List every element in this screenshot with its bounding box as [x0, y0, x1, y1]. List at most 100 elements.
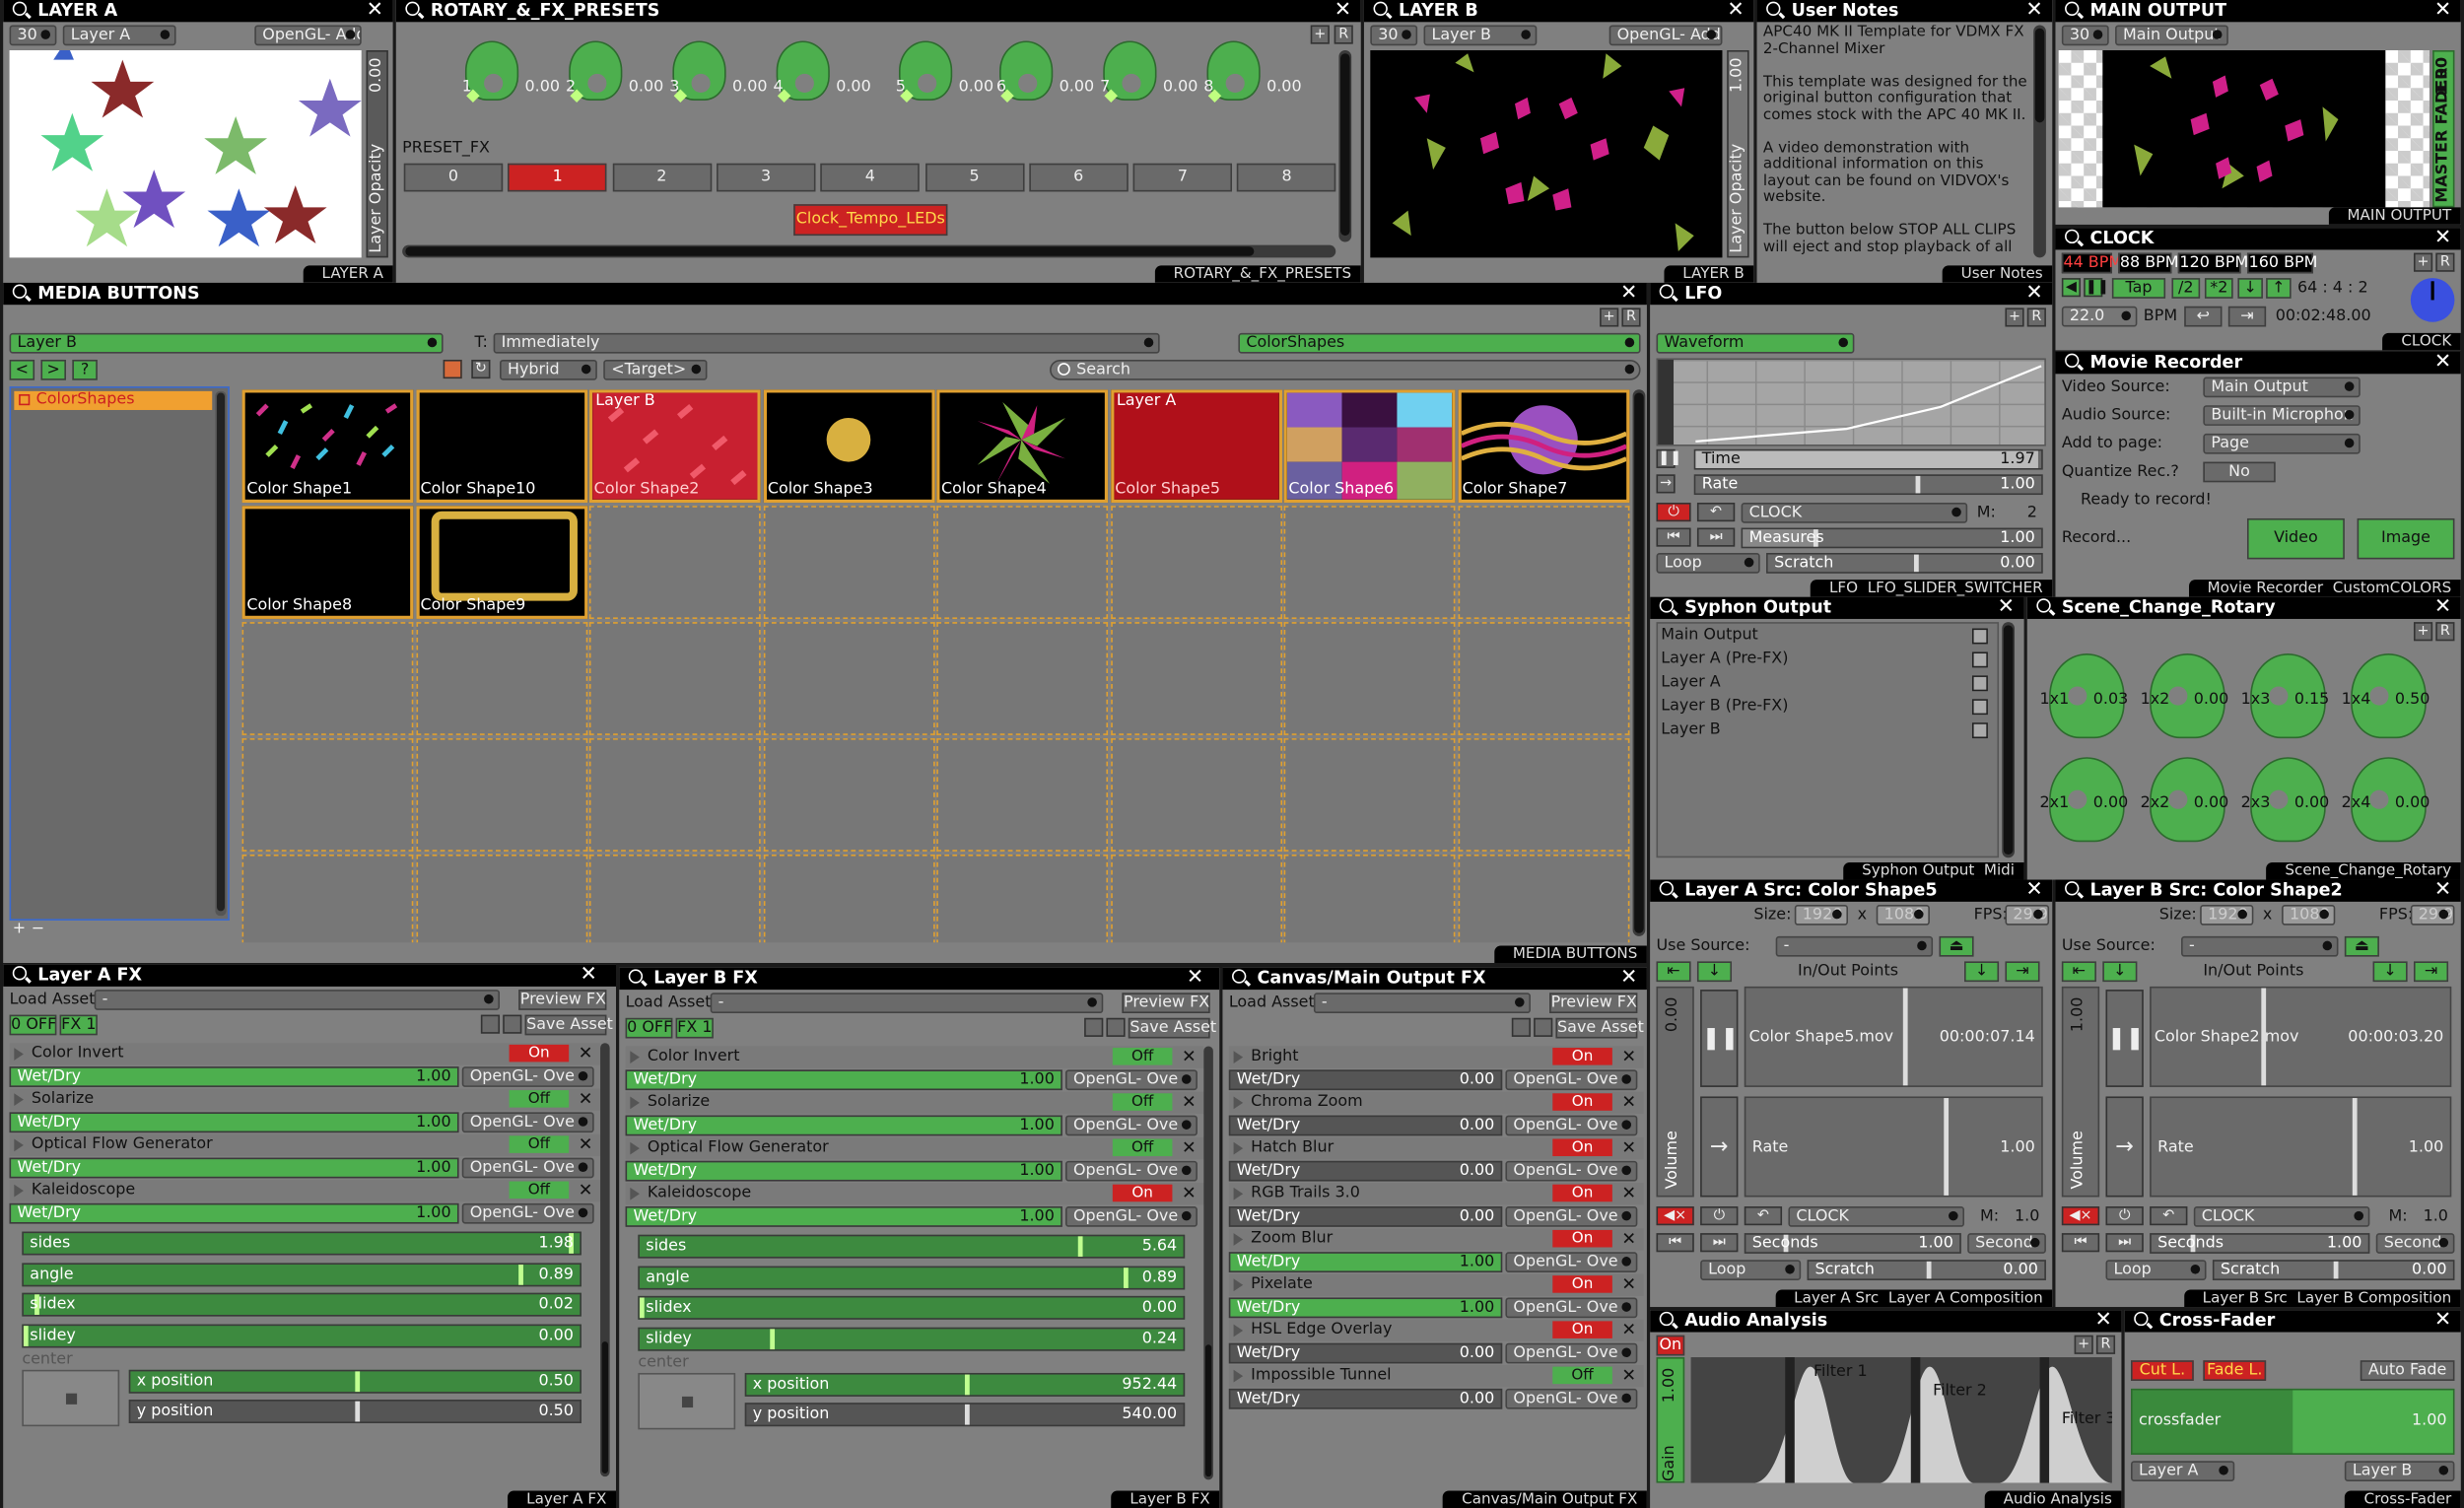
layer-a-titlebar[interactable]: LAYER A ✕: [3, 0, 393, 23]
param-slider-sides[interactable]: sides 1.98: [22, 1231, 582, 1256]
layer-b-titlebar[interactable]: LAYER B ✕: [1363, 0, 1754, 23]
fx-toggle[interactable]: Off: [1112, 1138, 1173, 1157]
remove-fx-icon[interactable]: ✕: [1621, 1048, 1636, 1065]
width-field[interactable]: 1920: [1794, 905, 1849, 925]
bpm-preset-1[interactable]: 88 BPM: [2118, 252, 2179, 274]
wet-dry-slider[interactable]: Wet/Dry 1.00: [625, 1160, 1062, 1182]
fps-select[interactable]: 30: [9, 25, 57, 46]
clip-thumbnail[interactable]: Layer B Color Shape2: [588, 389, 761, 504]
clock-source-select[interactable]: CLOCK: [2193, 1206, 2370, 1227]
preview-fx-button[interactable]: Preview FX: [1549, 993, 1638, 1014]
fx-blend-select[interactable]: OpenGL- Ove: [1505, 1297, 1638, 1319]
page-list-scrollbar[interactable]: [215, 390, 227, 917]
load-asset-select[interactable]: -: [94, 990, 501, 1010]
window-tab[interactable]: LAYER A: [303, 265, 393, 283]
opacity-slider[interactable]: 1.00 Layer Opacity: [1727, 50, 1749, 258]
rotary-titlebar[interactable]: ROTARY_&_FX_PRESETS ✕: [395, 0, 1361, 23]
nudge-down-icon[interactable]: ↓: [2237, 278, 2263, 299]
record-video-button[interactable]: Video: [2246, 517, 2345, 560]
fx-row[interactable]: Hatch Blur On ✕: [1228, 1136, 1644, 1160]
syphon-checkbox[interactable]: [1971, 628, 1988, 645]
fx-toggle[interactable]: Off: [509, 1181, 570, 1200]
fx-row[interactable]: Color Invert Off ✕: [625, 1046, 1204, 1068]
height-field[interactable]: 1080: [2282, 905, 2336, 925]
fps-field[interactable]: 29.97: [2005, 905, 2050, 925]
bpm-preset-3[interactable]: 160 BPM: [2246, 252, 2317, 274]
window-tab[interactable]: Layer A FX: [507, 1490, 617, 1508]
wet-dry-slider[interactable]: Wet/Dry 0.00: [1228, 1069, 1503, 1091]
waveform-select[interactable]: Waveform: [1656, 332, 1855, 354]
empty-clip-slot[interactable]: [1457, 855, 1629, 943]
prev-page-icon[interactable]: <: [9, 359, 35, 380]
fx-blend-select[interactable]: OpenGL- Ove: [1065, 1115, 1198, 1136]
magnifier-icon[interactable]: [1373, 1, 1388, 16]
fx-chain-button[interactable]: FX 1: [675, 1017, 714, 1039]
quantize-button[interactable]: No: [2203, 461, 2276, 483]
tab-syphon-output[interactable]: Syphon Output: [1862, 862, 1974, 880]
wet-dry-slider[interactable]: Wet/Dry 1.00: [9, 1112, 459, 1133]
window-tab[interactable]: ROTARY_&_FX_PRESETS: [1154, 265, 1361, 283]
bpm-field[interactable]: 22.0: [2061, 306, 2138, 327]
jump-to-out-icon[interactable]: ⇥: [2413, 961, 2449, 983]
clock-source-select[interactable]: CLOCK: [1741, 503, 1968, 523]
close-icon[interactable]: ✕: [367, 0, 383, 22]
close-icon[interactable]: ✕: [2025, 0, 2042, 22]
center-xy-pad[interactable]: [22, 1369, 120, 1427]
save-asset-button[interactable]: Save Asset: [1128, 1017, 1216, 1039]
output-source-select[interactable]: Main Output: [2115, 25, 2228, 46]
magnifier-icon[interactable]: [1659, 1311, 1675, 1327]
disclosure-triangle-icon[interactable]: [1233, 1141, 1244, 1155]
wet-dry-slider[interactable]: Wet/Dry 0.00: [1228, 1342, 1503, 1364]
next-page-icon[interactable]: >: [40, 359, 66, 380]
empty-clip-slot[interactable]: [1110, 855, 1282, 943]
auto-fade-button[interactable]: Auto Fade: [2360, 1360, 2455, 1381]
playhead-scrubber[interactable]: Color Shape2.mov 00:00:03.20: [2150, 986, 2452, 1087]
magnifier-icon[interactable]: [2065, 881, 2080, 896]
disclosure-triangle-icon[interactable]: [630, 1187, 640, 1200]
reset-icon[interactable]: [503, 1014, 522, 1034]
remove-fx-icon[interactable]: ✕: [1182, 1185, 1197, 1202]
fx-row[interactable]: Optical Flow Generator Off ✕: [625, 1136, 1204, 1160]
fx-scrollbar-thumb[interactable]: [1204, 1344, 1212, 1477]
tab-layer-a-composition[interactable]: Layer A Composition: [1888, 1290, 2043, 1308]
help-icon[interactable]: ?: [72, 359, 98, 380]
save-asset-button[interactable]: Save Asset: [1555, 1017, 1644, 1039]
param-slider-sides[interactable]: sides 5.64: [638, 1234, 1186, 1259]
window-tab[interactable]: Layer B Src Layer B Composition: [2183, 1289, 2461, 1308]
empty-clip-slot[interactable]: [1110, 738, 1282, 852]
skip-forward-icon[interactable]: ⏭: [2105, 1233, 2144, 1253]
time-unit-select[interactable]: Second: [2375, 1233, 2455, 1254]
remove-fx-icon[interactable]: ✕: [579, 1135, 593, 1153]
opacity-slider[interactable]: 0.00 Layer Opacity: [366, 50, 388, 258]
magnifier-icon[interactable]: [12, 284, 28, 299]
empty-clip-slot[interactable]: [241, 738, 414, 852]
fx-row[interactable]: Optical Flow Generator Off ✕: [9, 1133, 601, 1157]
tab-lfo-slider-switcher[interactable]: LFO_SLIDER_SWITCHER: [1868, 580, 2043, 597]
fx-row[interactable]: Solarize Off ✕: [625, 1091, 1204, 1115]
window-tab[interactable]: CLOCK: [2382, 332, 2461, 351]
close-icon[interactable]: ✕: [2434, 352, 2451, 374]
canvas-fx-titlebar[interactable]: Canvas/Main Output FX ✕: [1222, 967, 1647, 991]
filter-graph[interactable]: Filter 1 Filter 2 Filter 3: [1690, 1357, 2112, 1483]
skip-back-icon[interactable]: ⏮: [2061, 1233, 2100, 1253]
empty-clip-slot[interactable]: [415, 855, 587, 943]
fx-chain-button[interactable]: FX 1: [59, 1014, 98, 1036]
wet-dry-slider[interactable]: Wet/Dry 0.00: [1228, 1206, 1503, 1227]
height-field[interactable]: 1080: [1876, 905, 1930, 925]
scratch-slider[interactable]: Scratch 0.00: [2212, 1260, 2455, 1280]
scratch-slider[interactable]: Scratch 0.00: [1766, 553, 2043, 574]
magnifier-icon[interactable]: [2065, 353, 2080, 368]
preset-button-7[interactable]: 7: [1132, 163, 1233, 192]
fx-blend-select[interactable]: OpenGL- Ove: [461, 1112, 594, 1133]
add-to-page-select[interactable]: Page: [2203, 433, 2361, 454]
bpm-preset-2[interactable]: 120 BPM: [2177, 252, 2248, 274]
volume-slider[interactable]: 0.00 Volume: [1656, 986, 1694, 1198]
wet-dry-slider[interactable]: Wet/Dry 0.00: [1228, 1160, 1503, 1182]
grid-scrollbar[interactable]: [1632, 389, 1646, 936]
width-field[interactable]: 1920: [2200, 905, 2254, 925]
fx-blend-select[interactable]: OpenGL- Ove: [1505, 1388, 1638, 1409]
add-icon[interactable]: +: [1310, 25, 1330, 44]
disclosure-triangle-icon[interactable]: [14, 1048, 24, 1061]
preset-button-2[interactable]: 2: [612, 163, 712, 192]
empty-clip-slot[interactable]: [588, 622, 761, 735]
